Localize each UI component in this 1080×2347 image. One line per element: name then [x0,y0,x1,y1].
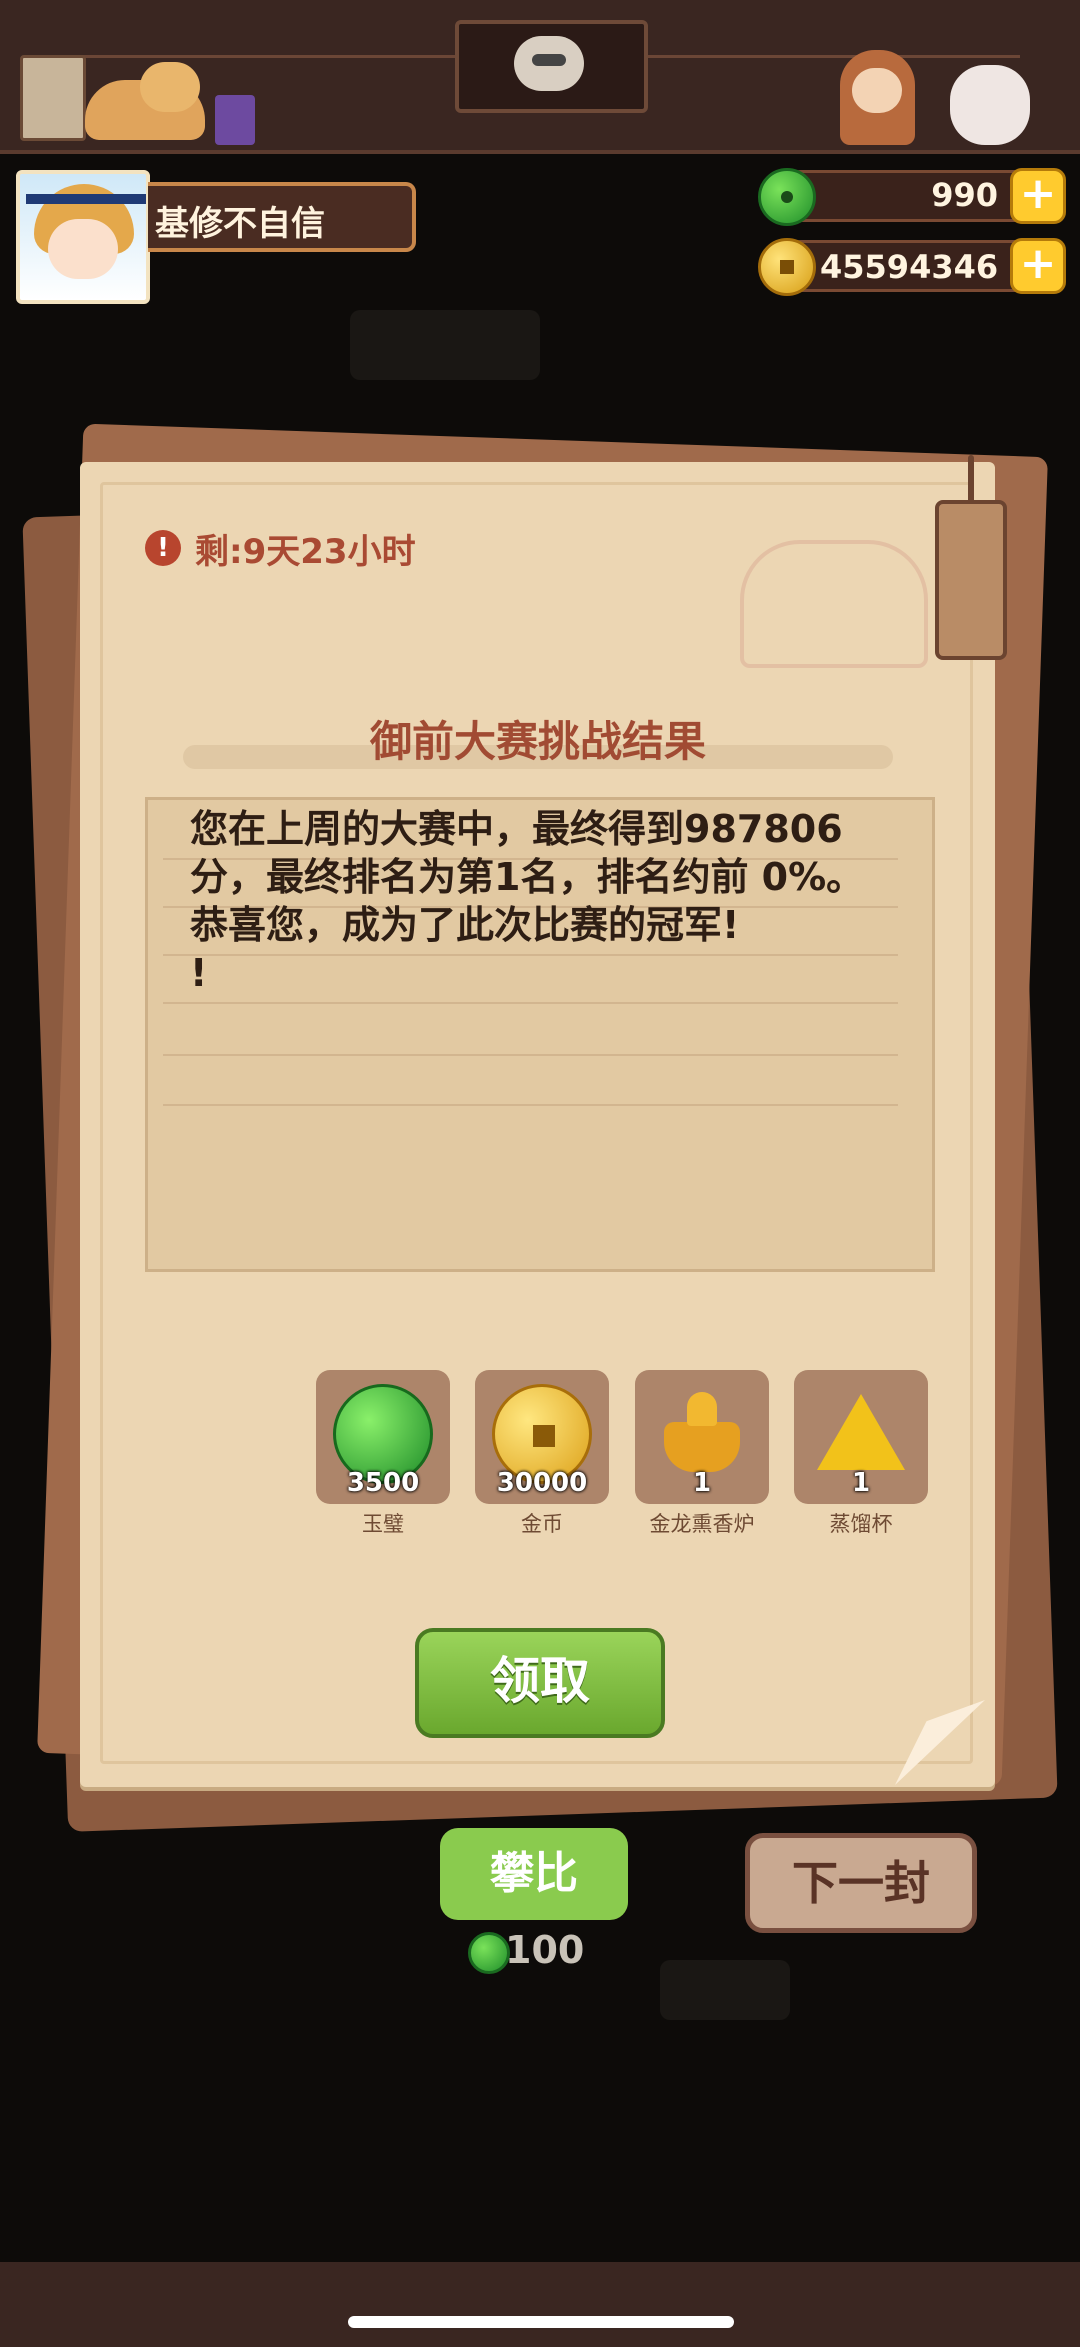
time-remaining: 剩:9天23小时 [195,532,416,572]
portrait-frame-icon[interactable] [455,20,648,113]
alert-icon: ! [145,530,181,566]
reward-count: 30000 [496,1468,588,1498]
white-cat-icon [950,65,1030,145]
letter-title: 御前大赛挑战结果 [369,717,706,766]
reward-count: 1 [851,1468,871,1498]
background-panel [350,310,540,380]
cup-icon [215,95,255,145]
add-jade-button[interactable]: + [1010,168,1066,224]
avatar[interactable] [16,170,150,304]
reward-item-cup[interactable]: 1 [794,1370,928,1504]
reward-label: 金龙熏香炉 [649,1512,755,1536]
next-letter-button[interactable]: 下一封 [745,1833,977,1933]
reward-item-censer[interactable]: 1 [635,1370,769,1504]
claim-button[interactable]: 领取 [415,1628,665,1738]
compare-cost: 100 [505,1928,585,1972]
message-text: 您在上周的大赛中，最终得到987806分，最终排名为第1名，排名约前 0%。 恭… [190,807,865,995]
bookmark-tag-icon[interactable] [935,500,1007,660]
reward-label: 玉璧 [362,1512,404,1536]
jade-disc-icon [468,1932,510,1974]
background-panel [660,1960,790,2020]
bottom-bar [0,2262,1080,2347]
reward-count: 3500 [346,1468,420,1498]
reward-label: 金币 [521,1512,563,1536]
jade-balance: 990 [931,176,998,214]
compare-button[interactable]: 攀比 [440,1828,628,1920]
player-name: 基修不自信 [155,204,325,244]
duck-stamp-icon [740,540,928,668]
reward-label: 蒸馏杯 [829,1512,893,1536]
home-indicator[interactable] [348,2316,734,2328]
orange-cat-icon [85,62,205,140]
gold-coin-icon [758,238,816,296]
scroll-icon[interactable] [20,55,86,141]
reward-item-coins[interactable]: 30000 [475,1370,609,1504]
jade-disc-icon [758,168,816,226]
reward-item-jade[interactable]: 3500 [316,1370,450,1504]
reward-count: 1 [692,1468,712,1498]
character-icon [840,50,915,145]
coin-balance: 45594346 [820,248,999,286]
add-coins-button[interactable]: + [1010,238,1066,294]
